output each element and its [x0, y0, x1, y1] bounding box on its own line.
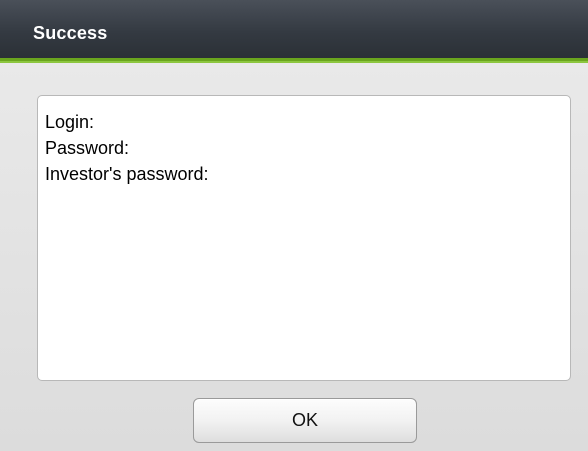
ok-button[interactable]: OK — [193, 398, 417, 443]
dialog-title: Success — [33, 23, 108, 43]
account-info-box: Login: Password: Investor's password: — [37, 95, 571, 381]
dialog-titlebar: Success — [0, 0, 588, 63]
login-label: Login: — [45, 112, 95, 132]
password-label: Password: — [45, 138, 130, 158]
success-dialog: Success Login: Password: Investor's pass… — [0, 0, 588, 451]
investor-password-label: Investor's password: — [45, 164, 209, 184]
